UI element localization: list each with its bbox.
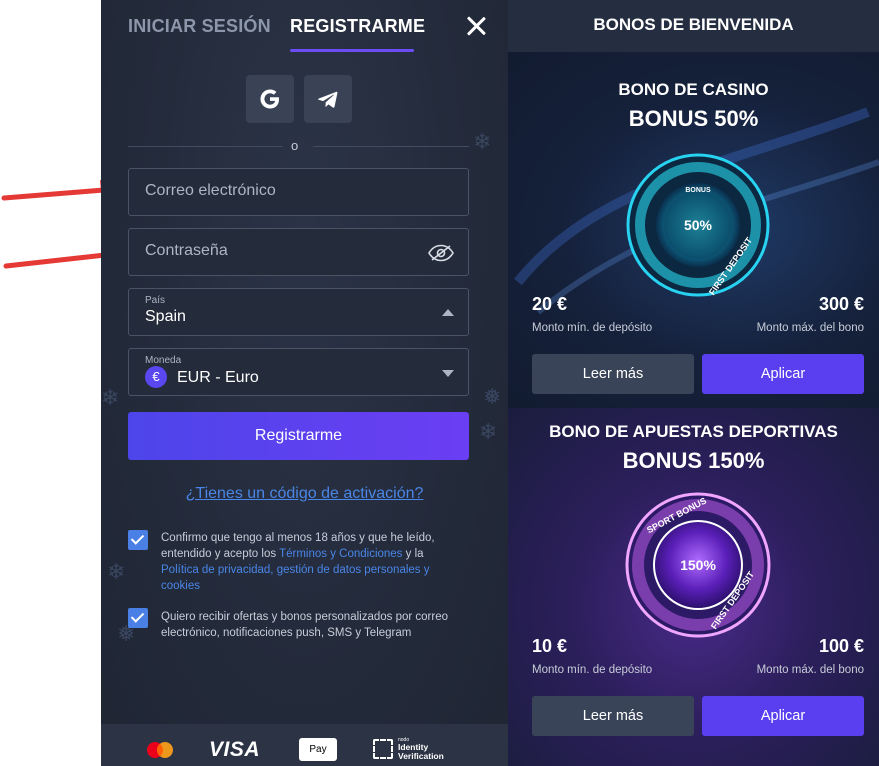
privacy-link[interactable]: Política de privacidad, gestión de datos…: [161, 564, 430, 592]
snowflake-icon: ❄: [107, 560, 126, 585]
tab-register[interactable]: REGISTRARME: [290, 16, 425, 37]
apply-button[interactable]: Aplicar: [702, 354, 864, 394]
identity-scan-icon: [373, 739, 393, 759]
read-more-button[interactable]: Leer más: [532, 354, 694, 394]
min-deposit-amount: 20 €: [532, 294, 568, 314]
min-deposit-label: Monto mín. de depósito: [532, 664, 653, 676]
divider-or-text: o: [291, 138, 299, 153]
email-placeholder: Correo electrónico: [145, 182, 276, 199]
page: ❄ ❅ ❄ ❄ ❅ ❄ INICIAR SESIÓN REGISTRARME o…: [0, 0, 879, 766]
casino-bonus-card: BONO DE CASINO BONUS 50% BONUS 50% FIRST…: [508, 52, 879, 408]
age-consent-text: Confirmo que tengo al menos 18 años y qu…: [161, 530, 461, 594]
badge-percent-text: 50%: [684, 217, 713, 233]
google-login-button[interactable]: [246, 75, 294, 123]
identity-verification-logo: nodo Identity Verification: [373, 736, 463, 762]
registration-panel: ❄ ❅ ❄ ❄ ❅ ❄ INICIAR SESIÓN REGISTRARME o…: [101, 0, 508, 766]
read-more-button[interactable]: Leer más: [532, 696, 694, 736]
eye-toggle-icon[interactable]: [428, 243, 454, 263]
google-icon: [260, 89, 279, 109]
close-icon[interactable]: [464, 14, 488, 38]
active-tab-indicator: [290, 49, 414, 52]
email-field[interactable]: Correo electrónico: [128, 168, 469, 216]
bonus-panel-title: BONOS DE BIENVENIDA: [508, 0, 879, 52]
offers-consent-checkbox[interactable]: [128, 608, 148, 628]
register-button[interactable]: Registrarme: [128, 412, 469, 460]
euro-icon: €: [145, 366, 167, 388]
caret-down-icon: [442, 370, 454, 377]
max-bonus-amount: 100 €: [818, 636, 864, 656]
sport-bonus-card: BONO DE APUESTAS DEPORTIVAS BONUS 150% 1…: [508, 408, 879, 766]
bonus-type-title: BONO DE APUESTAS DEPORTIVAS: [549, 422, 838, 441]
bonus-percent-title: BONUS 150%: [622, 448, 765, 473]
divider-left: [128, 146, 283, 147]
offers-consent-text: Quiero recibir ofertas y bonos personali…: [161, 611, 449, 639]
bonus-actions: Leer más Aplicar: [508, 696, 879, 736]
currency-value: EUR - Euro: [177, 369, 259, 386]
telegram-login-button[interactable]: [304, 75, 352, 123]
snowflake-icon: ❄: [473, 130, 492, 155]
currency-select[interactable]: Moneda € EUR - Euro: [128, 348, 469, 396]
apple-pay-text: Pay: [309, 744, 327, 755]
sport-bonus-badge: 150% SPORT BONUS FIRST DEPOSIT: [625, 492, 771, 638]
country-select[interactable]: País Spain: [128, 288, 469, 336]
age-consent-checkbox[interactable]: [128, 530, 148, 550]
password-field[interactable]: Contraseña: [128, 228, 469, 276]
mastercard-icon: [147, 742, 173, 758]
snowflake-icon: ❄: [479, 420, 498, 445]
apply-button[interactable]: Aplicar: [702, 696, 864, 736]
badge-percent-text: 150%: [680, 557, 716, 573]
bonus-percent-title: BONUS 50%: [628, 106, 759, 131]
badge-top-text: BONUS: [685, 187, 711, 194]
identity-line2: Verification: [398, 751, 444, 761]
snowflake-icon: ❅: [483, 385, 502, 410]
min-deposit-label: Monto mín. de depósito: [532, 322, 653, 334]
caret-up-icon: [442, 309, 454, 316]
currency-label: Moneda: [145, 355, 182, 366]
visa-logo: VISA: [209, 738, 261, 761]
payment-methods-bar: VISA Pay nodo Identity Verification: [101, 724, 508, 766]
age-consent-text-part: y la: [402, 548, 424, 560]
country-label: País: [145, 295, 166, 306]
bonus-panel: BONOS DE BIENVENIDA BONO DE CASINO BONUS…: [508, 0, 879, 766]
tab-login[interactable]: INICIAR SESIÓN: [128, 16, 271, 37]
apple-pay-logo: Pay: [299, 738, 337, 761]
bonus-type-title: BONO DE CASINO: [618, 80, 769, 99]
telegram-icon: [318, 91, 338, 108]
min-deposit-amount: 10 €: [532, 636, 568, 656]
terms-link[interactable]: Términos y Condiciones: [279, 548, 402, 560]
country-value: Spain: [145, 308, 186, 325]
casino-bonus-badge: BONUS 50% FIRST DEPOSIT: [626, 153, 770, 297]
activation-code-link[interactable]: ¿Tienes un código de activación?: [101, 485, 508, 503]
bonus-actions: Leer más Aplicar: [508, 354, 879, 394]
identity-text: Identity Verification: [398, 743, 444, 761]
max-bonus-label: Monto máx. del bono: [756, 664, 864, 676]
password-placeholder: Contraseña: [145, 242, 228, 259]
auth-tabs: INICIAR SESIÓN REGISTRARME: [128, 14, 488, 54]
max-bonus-label: Monto máx. del bono: [756, 322, 864, 334]
snowflake-icon: ❄: [101, 386, 120, 411]
max-bonus-amount: 300 €: [818, 294, 864, 314]
divider-right: [313, 146, 469, 147]
